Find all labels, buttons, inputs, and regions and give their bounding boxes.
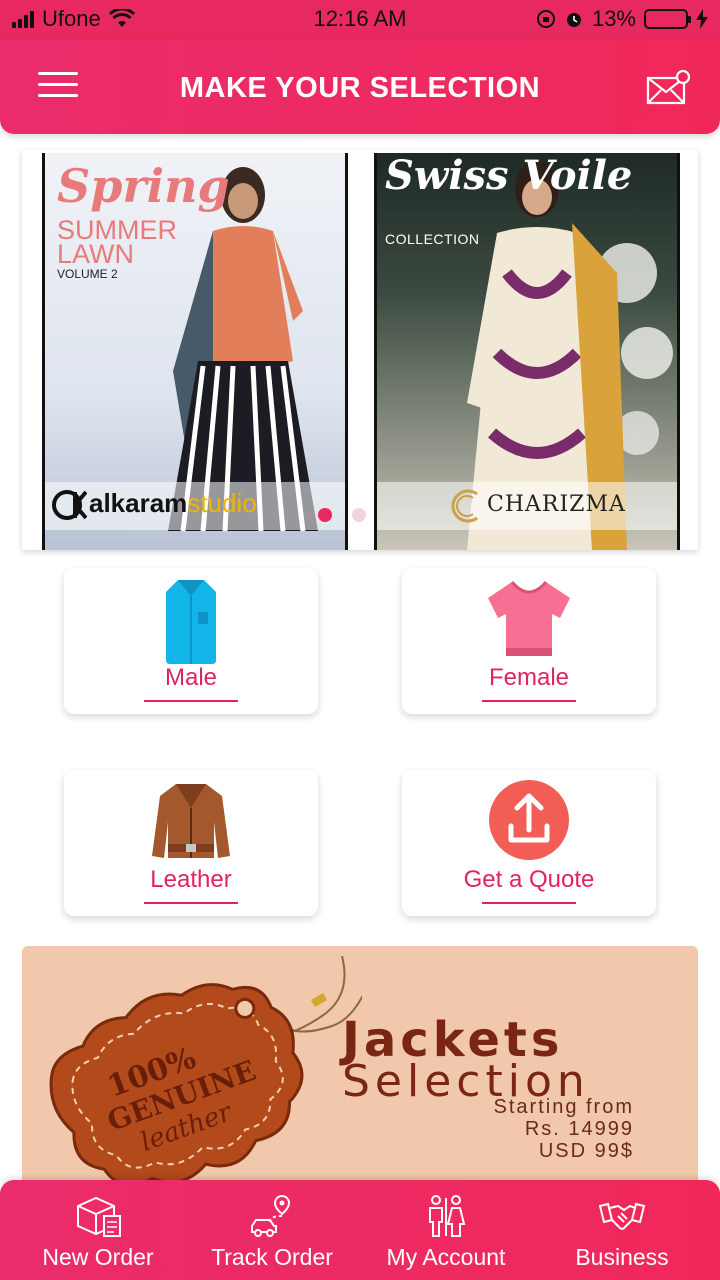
carousel-dots: [318, 508, 366, 522]
carousel-slide-charizma[interactable]: Swiss Voile COLLECTION CHARIZMA: [374, 153, 680, 550]
category-card-female[interactable]: Female: [402, 568, 656, 714]
blouse-icon: [488, 580, 570, 656]
rotation-lock-icon: [536, 10, 555, 28]
jackets-promo-banner[interactable]: 100% GENUINE leather Jackets Selection S…: [22, 946, 698, 1196]
slide-subtitle: COLLECTION: [385, 231, 480, 247]
handshake-icon: [598, 1202, 646, 1230]
label-underline: [482, 902, 576, 904]
status-bar: Ufone 12:16 AM 13%: [0, 0, 720, 40]
nav-label: Business: [575, 1244, 669, 1270]
nav-business[interactable]: Business: [532, 1194, 712, 1271]
alkaram-logo-icon: [52, 490, 87, 520]
nav-track-order[interactable]: Track Order: [182, 1194, 362, 1271]
category-label: Get a Quote: [463, 866, 595, 893]
category-label: Male: [164, 664, 218, 691]
label-underline: [144, 902, 238, 904]
shirt-icon: [166, 580, 216, 664]
label-underline: [482, 700, 576, 702]
nav-my-account[interactable]: My Account: [356, 1194, 536, 1271]
promo-price-pkr: Rs. 14999: [524, 1118, 634, 1140]
brand-logo-alkaram: alkaramstudio: [89, 488, 257, 518]
category-card-get-quote[interactable]: Get a Quote: [402, 770, 656, 916]
slide-script-title: Swiss Voile: [385, 153, 633, 199]
nav-label: My Account: [386, 1244, 506, 1270]
carousel-slide-alkaram[interactable]: Spring SUMMER LAWN VOLUME 2 alkaramstudi…: [42, 153, 348, 550]
charizma-logo-icon: [451, 489, 478, 523]
leather-jacket-icon: [152, 784, 230, 858]
app-header: MAKE YOUR SELECTION: [0, 40, 720, 134]
mail-notification-icon[interactable]: [646, 69, 692, 106]
page-title: MAKE YOUR SELECTION: [179, 72, 541, 104]
battery-icon: [644, 9, 691, 29]
upload-icon: [489, 780, 569, 860]
slide-subtitle: LAWN: [57, 239, 135, 269]
promo-price-usd: USD 99$: [538, 1140, 634, 1162]
battery-percent: 13%: [591, 6, 636, 31]
nav-label: New Order: [42, 1244, 154, 1270]
category-card-leather[interactable]: Leather: [64, 770, 318, 916]
delivery-track-icon: [251, 1194, 291, 1237]
promo-starting-from: Starting from: [493, 1096, 634, 1118]
brand-strip: alkaramstudio: [45, 482, 345, 530]
promo-carousel[interactable]: Spring SUMMER LAWN VOLUME 2 alkaramstudi…: [22, 150, 698, 550]
category-label: Leather: [150, 866, 232, 893]
label-underline: [144, 700, 238, 702]
brand-strip: CHARIZMA: [377, 482, 677, 530]
alarm-icon: [566, 13, 581, 27]
slide-volume: VOLUME 2: [57, 267, 118, 281]
people-icon: [429, 1195, 466, 1237]
slide-script-title: Spring: [57, 159, 230, 213]
bottom-navigation: New Order Track Order My Account Busines…: [0, 1180, 720, 1280]
charging-icon: [696, 9, 708, 29]
category-label: Female: [488, 664, 570, 691]
carousel-dot[interactable]: [318, 508, 332, 522]
package-icon: [77, 1196, 121, 1237]
brand-logo-charizma: CHARIZMA: [487, 492, 626, 517]
nav-label: Track Order: [211, 1244, 333, 1270]
genuine-leather-tag-icon: 100% GENUINE leather: [49, 956, 362, 1187]
carousel-dot[interactable]: [352, 508, 366, 522]
nav-new-order[interactable]: New Order: [8, 1194, 188, 1271]
category-card-male[interactable]: Male: [64, 568, 318, 714]
